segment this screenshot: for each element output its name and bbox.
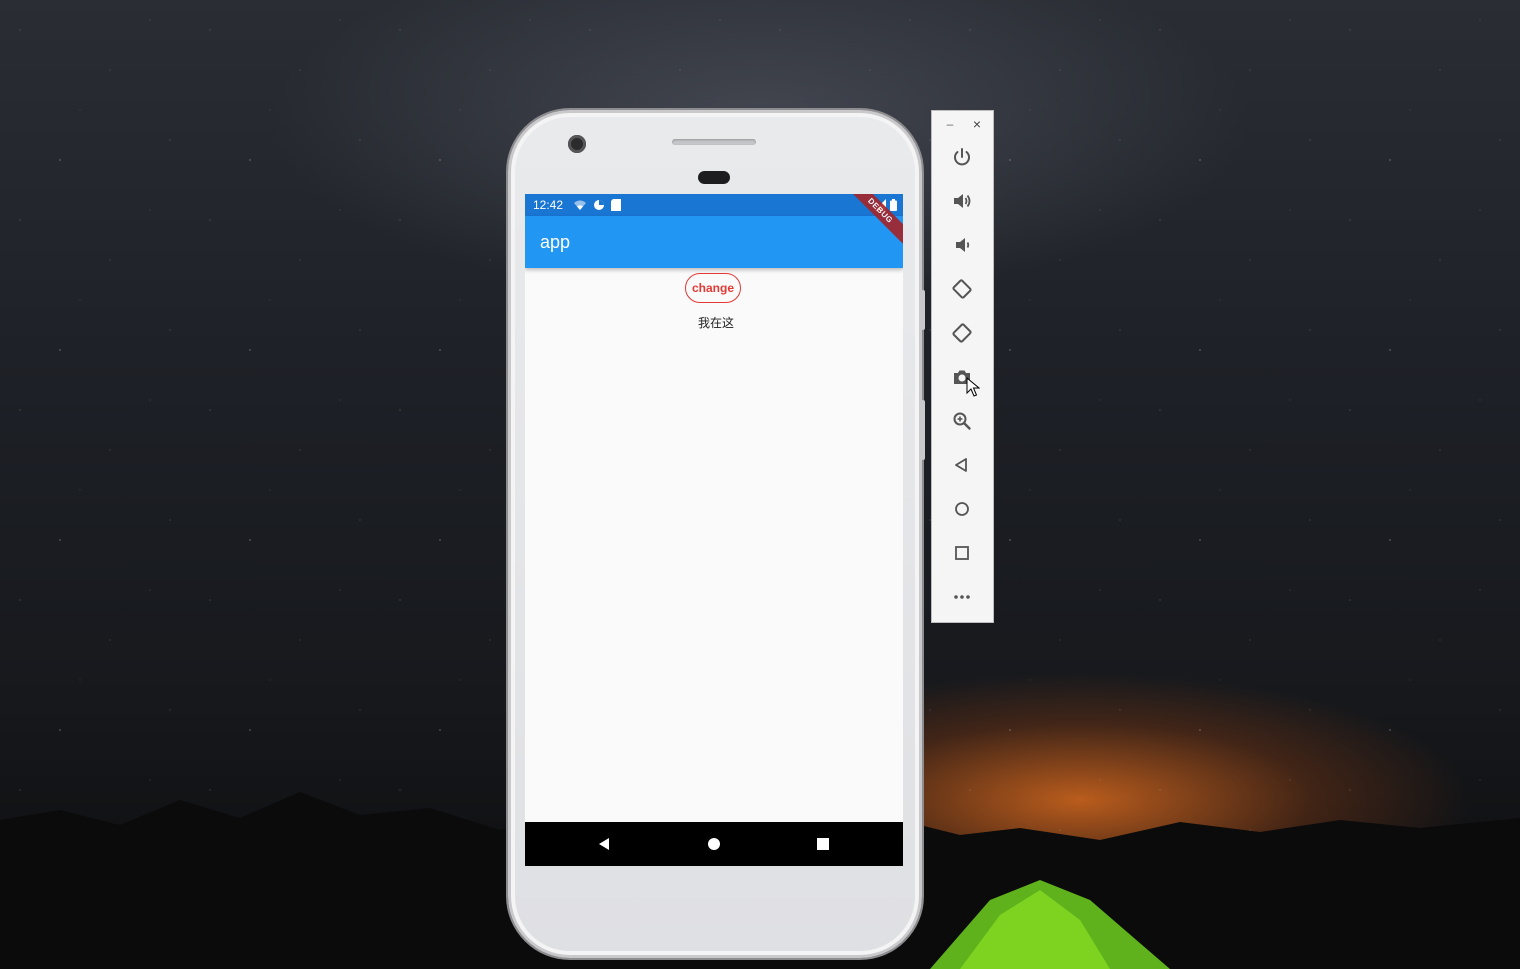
back-icon — [955, 458, 967, 472]
app-title: app — [540, 232, 571, 252]
volume-up-icon — [954, 194, 971, 208]
proximity-sensor — [698, 171, 730, 184]
nav-home-button[interactable] — [694, 822, 734, 866]
home-button[interactable] — [950, 497, 974, 521]
status-time: 12:42 — [533, 198, 564, 212]
phone-side-button — [921, 290, 925, 330]
rotate-left-button[interactable] — [950, 277, 974, 301]
back-button[interactable] — [950, 453, 974, 477]
overview-icon — [955, 546, 969, 560]
rotate-right-button[interactable] — [950, 321, 974, 345]
overview-button[interactable] — [950, 541, 974, 565]
nav-recents-button[interactable] — [803, 822, 843, 866]
change-button[interactable]: change — [685, 273, 741, 303]
home-icon — [708, 838, 720, 850]
emulator-toolbar: – × — [931, 110, 994, 623]
home-icon — [955, 502, 969, 516]
zoom-button[interactable] — [950, 409, 974, 433]
nav-back-button[interactable] — [584, 822, 624, 866]
volume-up-button[interactable] — [950, 189, 974, 213]
front-camera — [568, 135, 586, 153]
zoom-icon — [953, 412, 971, 430]
back-icon — [599, 838, 609, 850]
minimize-button[interactable]: – — [943, 115, 957, 133]
sd-card-icon — [611, 199, 621, 211]
earpiece-speaker — [672, 139, 756, 145]
wifi-icon — [574, 200, 586, 210]
phone-screen: 12:42 app DEBUG change 我在这 — [525, 194, 903, 866]
more-button[interactable] — [950, 585, 974, 609]
volume-down-icon — [956, 238, 970, 252]
recents-icon — [817, 838, 829, 850]
rotate-right-icon — [952, 323, 972, 343]
battery-icon — [890, 199, 897, 211]
phone-side-button — [921, 400, 925, 460]
data-saver-icon — [594, 200, 604, 210]
more-icon — [954, 595, 970, 599]
volume-down-button[interactable] — [950, 233, 974, 257]
rotate-left-icon — [952, 279, 972, 299]
close-button[interactable]: × — [970, 115, 984, 133]
power-icon — [954, 148, 970, 166]
mouse-cursor-icon — [966, 377, 980, 397]
navigation-bar — [525, 822, 903, 866]
app-bar: app — [525, 216, 903, 268]
power-button[interactable] — [950, 145, 974, 169]
status-bar: 12:42 — [525, 194, 903, 216]
content-text: 我在这 — [697, 316, 734, 330]
